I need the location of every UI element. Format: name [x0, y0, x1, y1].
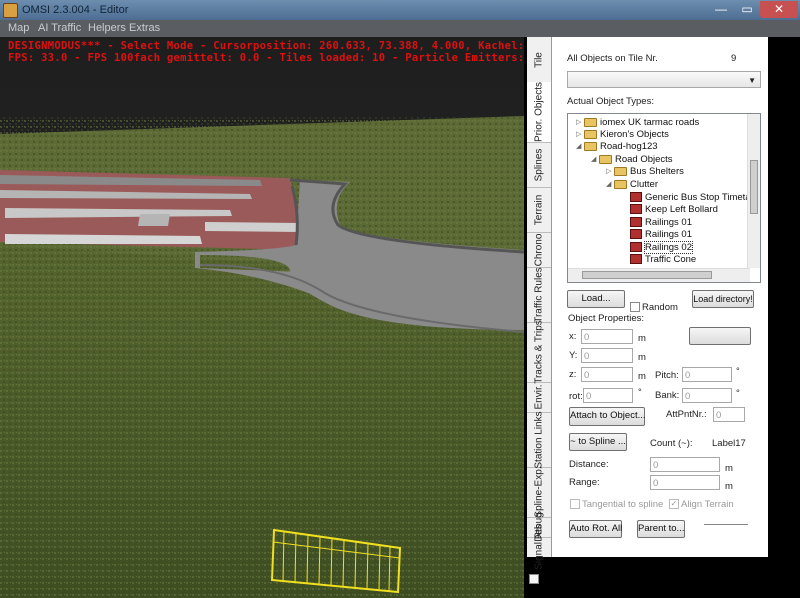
minimize-button[interactable]: — [708, 1, 734, 18]
window-title: OMSI 2.3.004 - Editor [22, 4, 129, 16]
distance-label: Distance: [569, 459, 609, 470]
bank-label: Bank: [655, 390, 680, 401]
menu-ai-traffic[interactable]: AI Traffic [38, 22, 81, 34]
y-unit: m [638, 352, 646, 363]
attpnt-label: AttPntNr.: [666, 409, 707, 420]
3d-viewport[interactable]: DESIGNMODUS*** - Select Mode - Cursorpos… [0, 37, 524, 598]
load-button[interactable]: Load... [567, 290, 625, 308]
divider [704, 524, 748, 525]
object-type-tree[interactable]: ▷ iomex UK tarmac roads ▷ Kieron's Objects… [567, 113, 761, 283]
attach-to-object-button[interactable]: Attach to Object... [569, 407, 646, 426]
count-value: Label17 [712, 438, 746, 449]
tab-chrono[interactable]: Chrono [527, 232, 551, 268]
tab-station-links[interactable]: Station Links [527, 411, 551, 468]
folder-icon [614, 166, 627, 176]
y-input[interactable]: 0 [581, 348, 633, 363]
z-input[interactable]: 0 [581, 367, 633, 382]
x-unit: m [638, 333, 646, 344]
to-spline-button[interactable]: ~ to Spline ... [569, 433, 627, 451]
menu-map[interactable]: Map [8, 22, 29, 34]
count-label: Count (~): [650, 438, 693, 449]
rot-input[interactable]: 0 [583, 388, 633, 403]
auto-rot-all-button[interactable]: Auto Rot. All [569, 520, 622, 538]
menu-bar: Map AI Traffic Helpers Extras [0, 20, 800, 37]
app-icon [3, 3, 18, 18]
folder-open-icon [599, 154, 612, 164]
parent-to-button[interactable]: Parent to... [637, 520, 685, 538]
tree-item[interactable]: ▷ Bus Shelters [606, 165, 684, 178]
pitch-unit: ° [736, 366, 740, 377]
scroll-thumb[interactable] [582, 271, 712, 279]
tree-vscrollbar[interactable] [747, 114, 760, 268]
range-unit: m [725, 481, 733, 492]
tab-spline-exp[interactable]: Spline-Exp. [527, 466, 551, 518]
tree-item[interactable]: Traffic Cone [622, 253, 696, 266]
scene-render [0, 37, 524, 598]
object-icon [630, 242, 642, 253]
tab-terrain[interactable]: Terrain [527, 187, 551, 233]
tab-strip: Tile Prior. Objects Splines Terrain Chro… [527, 37, 552, 570]
range-input[interactable]: 0 [650, 475, 720, 490]
rot-label: rot: [569, 391, 583, 402]
rot-unit: ° [638, 387, 642, 398]
tree-item[interactable]: Railings 01 [622, 228, 692, 241]
object-icon [630, 254, 642, 265]
z-unit: m [638, 371, 646, 382]
random-checkbox[interactable] [630, 302, 640, 312]
range-label: Range: [569, 477, 600, 488]
debug-fps-line: FPS: 33.0 - FPS 100fach gemittelt: 0.0 -… [8, 52, 524, 64]
tab-tracks-trips[interactable]: Tracks & Trips [527, 320, 551, 384]
tile-number: 9 [731, 53, 737, 64]
maximize-button[interactable]: ▭ [734, 1, 760, 18]
object-properties-label: Object Properties: [568, 313, 645, 324]
all-objects-label: All Objects on Tile Nr. [567, 53, 658, 64]
tab-tile[interactable]: Tile [527, 37, 551, 83]
object-icon [630, 217, 642, 228]
bank-input[interactable]: 0 [682, 388, 732, 403]
pitch-input[interactable]: 0 [682, 367, 732, 382]
distance-input[interactable]: 0 [650, 457, 720, 472]
object-types-label: Actual Object Types: [567, 96, 654, 107]
tab-traffic-rules[interactable]: Traffic Rules [527, 267, 551, 323]
bank-unit: ° [736, 388, 740, 399]
object-icon [630, 229, 642, 240]
close-button[interactable]: ✕ [760, 1, 798, 18]
blank-button[interactable] [689, 327, 751, 345]
panel-bottom-checkbox[interactable] [529, 574, 539, 584]
tree-item[interactable]: ◢ Road-hog123 [576, 140, 658, 153]
debug-status-line: DESIGNMODUS*** - Select Mode - Cursorpos… [8, 40, 524, 52]
align-terrain-label: Align Terrain [681, 499, 734, 510]
load-directory-button[interactable]: Load directory! [692, 290, 754, 308]
pitch-label: Pitch: [655, 370, 679, 381]
random-label: Random [642, 302, 678, 313]
tree-item[interactable]: Keep Left Bollard [622, 203, 718, 216]
z-label: z: [569, 369, 577, 380]
folder-icon [584, 117, 597, 127]
menu-helpers[interactable]: Helpers [88, 22, 126, 34]
folder-open-icon [584, 141, 597, 151]
folder-open-icon [614, 179, 627, 189]
title-bar: OMSI 2.3.004 - Editor — ▭ ✕ [0, 0, 800, 20]
x-input[interactable]: 0 [581, 329, 633, 344]
tree-item[interactable]: ◢ Clutter [606, 178, 658, 191]
tab-envir[interactable]: Envir. [527, 382, 551, 413]
attpnt-input[interactable]: 0 [713, 407, 745, 422]
tab-splines[interactable]: Splines [527, 142, 551, 188]
scroll-thumb[interactable] [750, 160, 758, 214]
x-label: x: [569, 331, 577, 342]
folder-icon [584, 129, 597, 139]
tangential-label: Tangential to spline [582, 499, 664, 510]
distance-unit: m [725, 463, 733, 474]
object-icon [630, 192, 642, 203]
tab-prior-objects[interactable]: Prior. Objects [527, 82, 551, 143]
y-label: Y: [569, 350, 578, 361]
menu-extras[interactable]: Extras [129, 22, 160, 34]
tree-hscrollbar[interactable] [568, 268, 750, 282]
tangential-checkbox[interactable] [570, 499, 580, 509]
object-dropdown[interactable]: ▼ [567, 71, 761, 88]
object-icon [630, 204, 642, 215]
align-terrain-checkbox[interactable]: ✓ [669, 499, 679, 509]
tab-signal-rts[interactable]: Signal Rts [527, 524, 551, 570]
chevron-down-icon: ▼ [748, 76, 756, 85]
